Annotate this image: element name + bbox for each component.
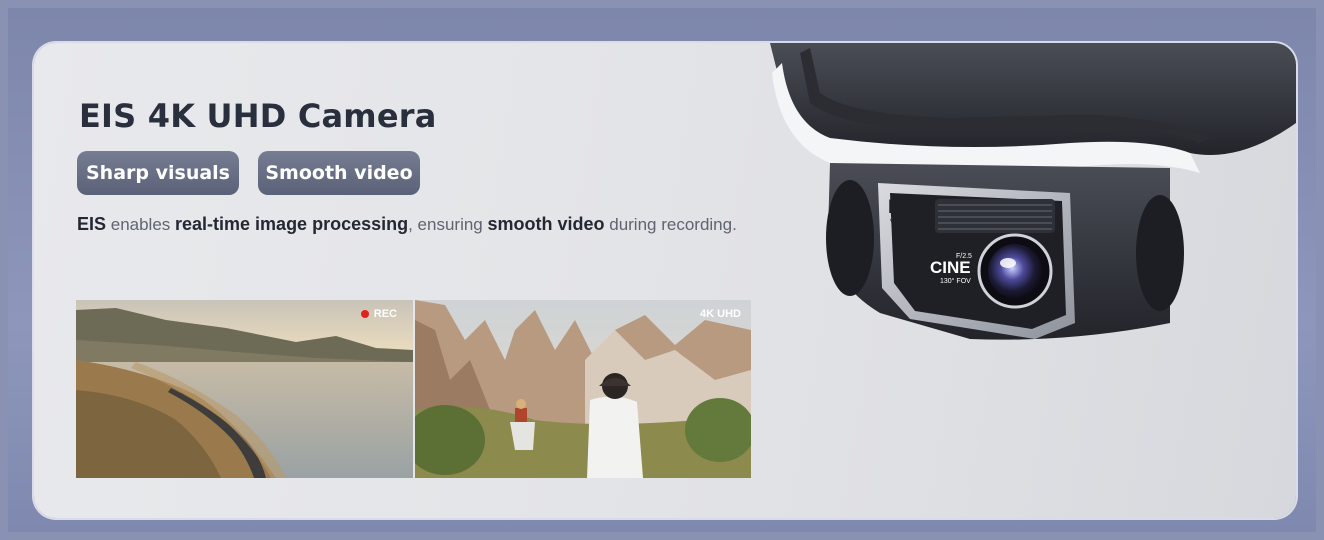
hd-label: HD bbox=[888, 197, 915, 218]
uhd-badge: 4K UHD bbox=[700, 308, 741, 320]
desc-realtime: real-time image processing bbox=[175, 214, 409, 234]
description-text: EIS enables real-time image processing, … bbox=[77, 214, 737, 235]
tag-sharp-visuals: Sharp visuals bbox=[77, 151, 239, 195]
rec-badge: REC bbox=[360, 308, 397, 320]
tag-smooth-video: Smooth video bbox=[258, 151, 420, 195]
horse-riding-photo: 4K UHD bbox=[415, 300, 751, 478]
desc-part6: during recording. bbox=[604, 215, 737, 234]
desc-smooth-video: smooth video bbox=[487, 214, 605, 234]
desc-part4: , ensuring bbox=[408, 215, 488, 234]
drone-camera-image: HD VIDEO F/2.5 CINE 130° FOV bbox=[770, 43, 1296, 340]
aerial-coast-photo: REC bbox=[76, 300, 413, 478]
fov-label: 130° FOV bbox=[940, 277, 971, 285]
page-title: EIS 4K UHD Camera bbox=[79, 97, 437, 135]
rec-label: REC bbox=[373, 308, 397, 320]
video-label: VIDEO bbox=[890, 219, 912, 226]
desc-part2: enables bbox=[106, 215, 176, 234]
cine-label: CINE bbox=[930, 258, 971, 277]
desc-eis: EIS bbox=[77, 214, 107, 234]
record-dot-icon bbox=[360, 310, 369, 318]
